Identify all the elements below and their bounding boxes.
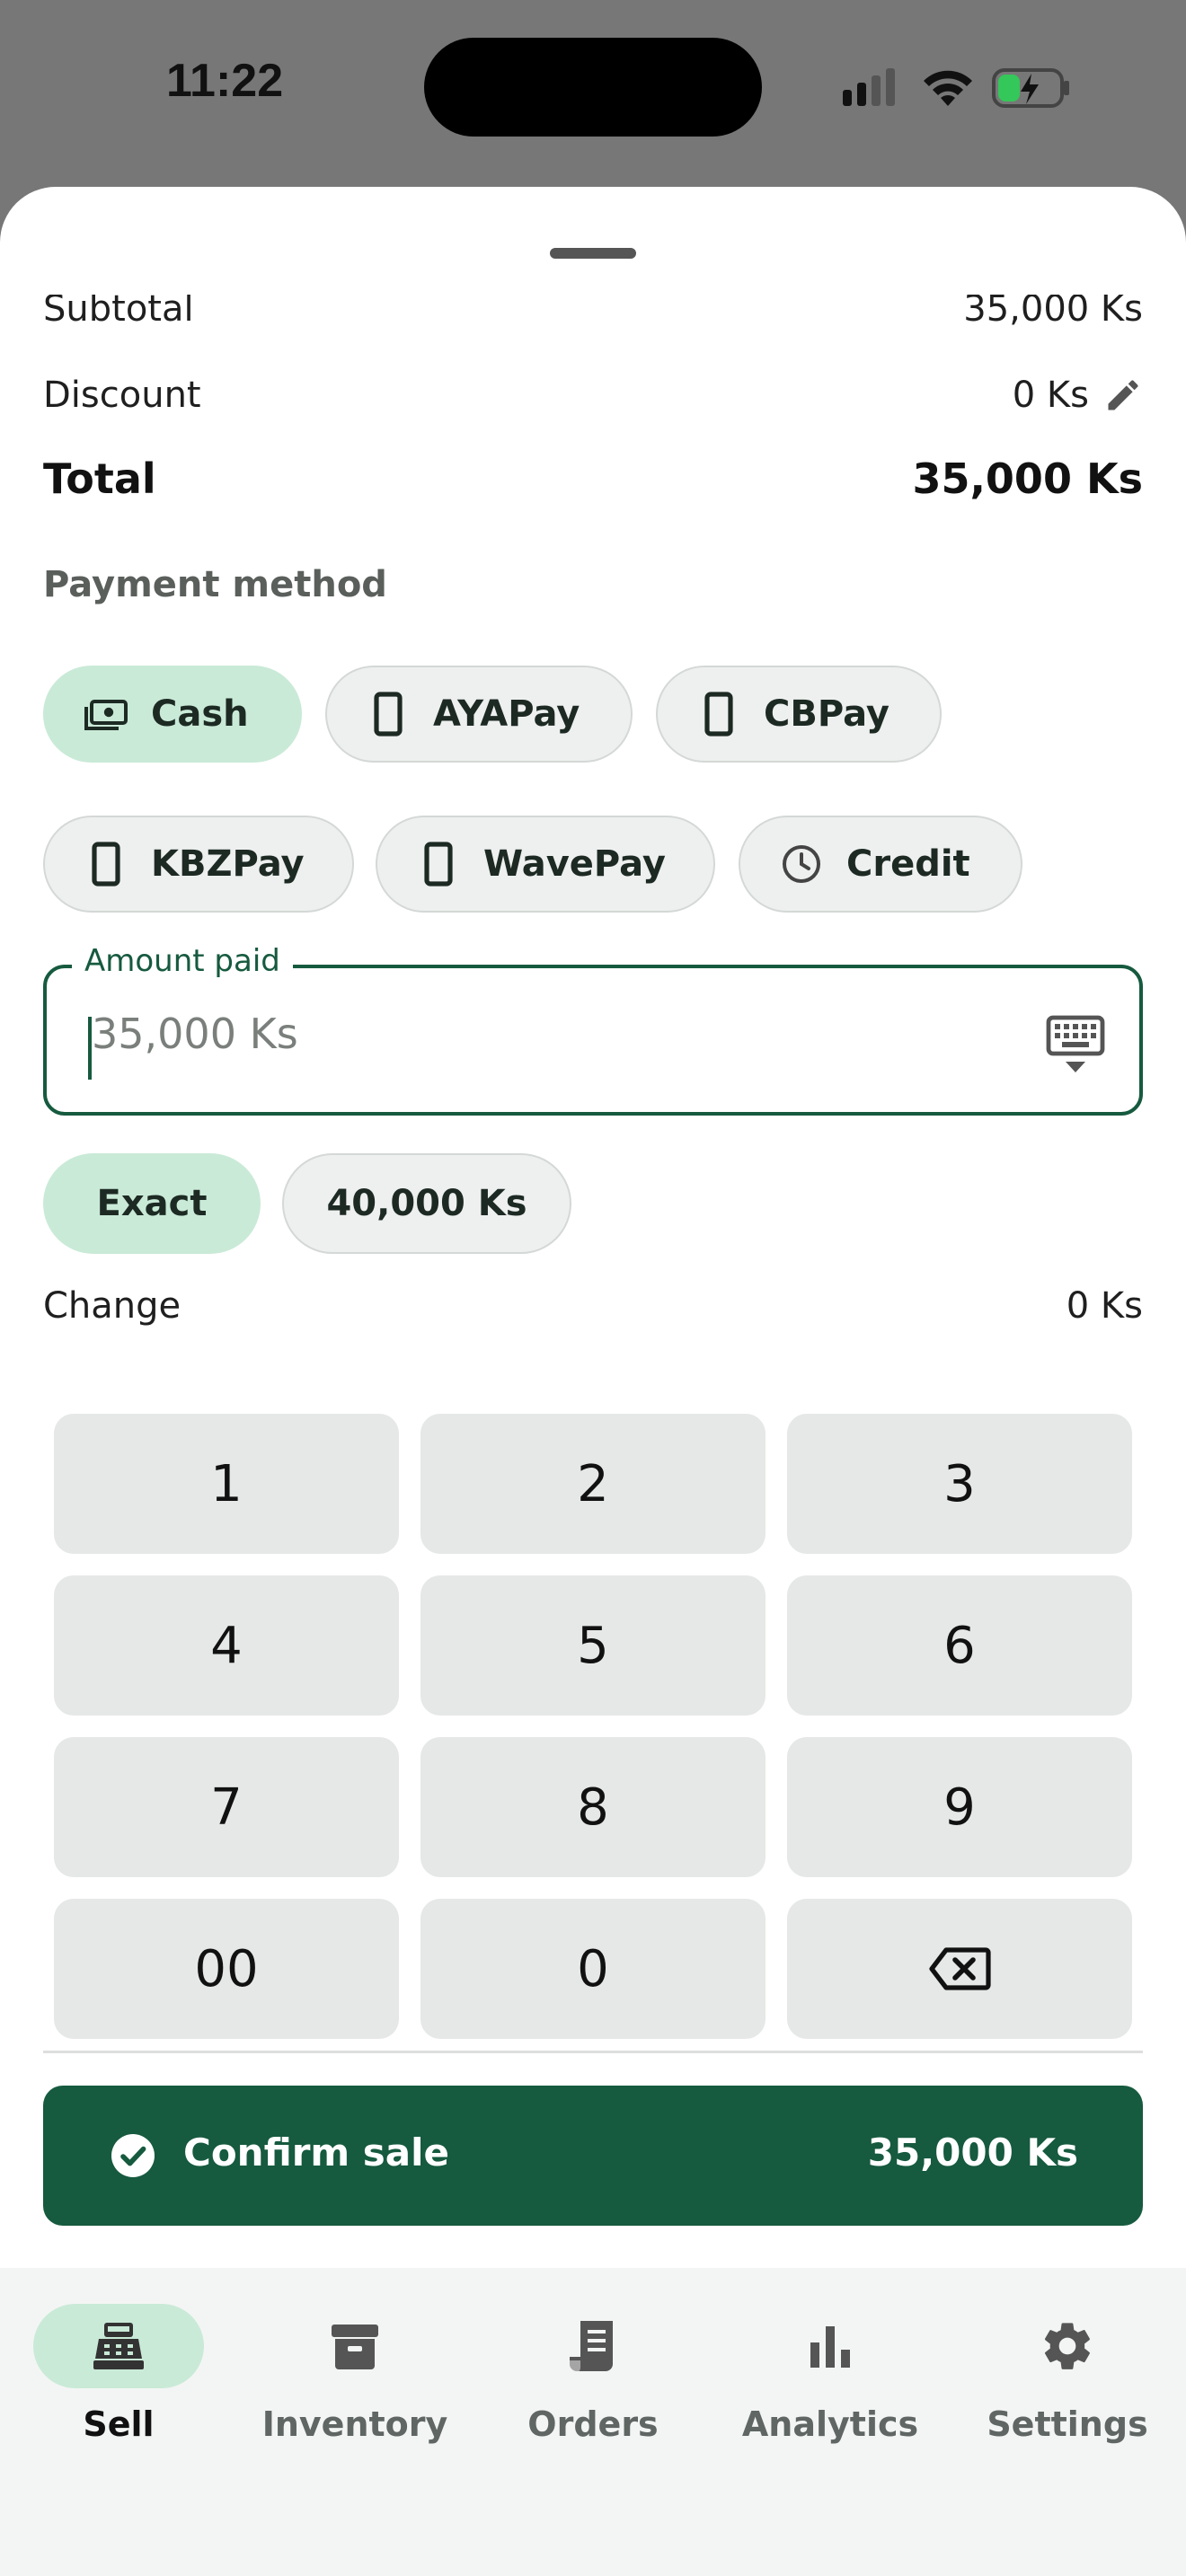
key-0[interactable]: 0 xyxy=(420,1899,766,2039)
subtotal-row: Subtotal 35,000 Ks xyxy=(43,295,1143,348)
nav-settings-pill xyxy=(982,2304,1153,2388)
clock-icon xyxy=(776,839,827,889)
dynamic-island xyxy=(424,38,762,137)
cellular-signal-icon xyxy=(843,68,895,106)
register-icon xyxy=(93,2323,144,2369)
wifi-icon xyxy=(924,70,972,106)
discount-value: 0 Ks xyxy=(1012,375,1089,416)
phone-icon xyxy=(363,689,413,739)
phone-icon xyxy=(694,689,744,739)
discount-label: Discount xyxy=(43,375,201,416)
nav-analytics[interactable]: Analytics xyxy=(722,2304,938,2444)
payment-chip-credit[interactable]: Credit xyxy=(739,816,1022,913)
nav-settings[interactable]: Settings xyxy=(960,2304,1175,2444)
nav-sell[interactable]: Sell xyxy=(11,2304,226,2444)
receipt-icon xyxy=(570,2321,613,2373)
change-row: Change 0 Ks xyxy=(43,1279,1143,1333)
subtotal-label: Subtotal xyxy=(43,295,194,330)
change-value: 0 Ks xyxy=(1066,1285,1143,1327)
nav-orders-label: Orders xyxy=(527,2404,659,2444)
key-backspace[interactable] xyxy=(787,1899,1132,2039)
key-6[interactable]: 6 xyxy=(787,1575,1132,1716)
status-bar: 11:22 xyxy=(0,0,1186,189)
nav-inventory-pill xyxy=(270,2304,440,2388)
key-7[interactable]: 7 xyxy=(54,1737,399,1877)
bar-chart-icon xyxy=(810,2326,850,2368)
quick-amount-exact[interactable]: Exact xyxy=(43,1153,261,1254)
divider xyxy=(43,2051,1143,2053)
total-label: Total xyxy=(43,454,156,503)
nav-analytics-pill xyxy=(745,2304,916,2388)
nav-settings-label: Settings xyxy=(987,2404,1148,2444)
nav-orders-pill xyxy=(508,2304,678,2388)
battery-icon xyxy=(992,68,1069,108)
confirm-sale-label: Confirm sale xyxy=(183,2130,450,2175)
payment-chip-ayapay[interactable]: AYAPay xyxy=(325,666,633,763)
nav-inventory[interactable]: Inventory xyxy=(247,2304,463,2444)
amount-paid-placeholder: 35,000 Ks xyxy=(92,1010,298,1058)
key-1[interactable]: 1 xyxy=(54,1414,399,1554)
gear-icon xyxy=(1044,2323,1090,2369)
key-3[interactable]: 3 xyxy=(787,1414,1132,1554)
key-00[interactable]: 00 xyxy=(54,1899,399,2039)
nav-sell-label: Sell xyxy=(83,2404,155,2444)
payment-chip-label: KBZPay xyxy=(151,843,305,885)
payment-chip-kbzpay[interactable]: KBZPay xyxy=(43,816,354,913)
total-value: 35,000 Ks xyxy=(912,454,1143,503)
nav-analytics-label: Analytics xyxy=(741,2404,919,2444)
amount-paid-field[interactable]: 35,000 Ks xyxy=(43,965,1143,1116)
discount-row: Discount 0 Ks xyxy=(43,368,1143,422)
key-2[interactable]: 2 xyxy=(420,1414,766,1554)
check-circle-icon xyxy=(111,2134,155,2177)
subtotal-value: 35,000 Ks xyxy=(963,295,1143,330)
key-8[interactable]: 8 xyxy=(420,1737,766,1877)
archive-icon xyxy=(332,2325,378,2369)
status-time: 11:22 xyxy=(166,55,284,107)
confirm-sale-button[interactable]: Confirm sale 35,000 Ks xyxy=(43,2086,1143,2226)
checkout-sheet: Subtotal 35,000 Ks Discount 0 Ks Total 3… xyxy=(0,187,1186,2576)
edit-discount-icon[interactable] xyxy=(1103,375,1143,415)
confirm-sale-amount: 35,000 Ks xyxy=(867,2130,1078,2175)
payment-chip-cbpay[interactable]: CBPay xyxy=(656,666,942,763)
bottom-navigation: Sell Inventory Orders Analytics Settings xyxy=(0,2268,1186,2576)
payment-chip-label: AYAPay xyxy=(433,693,580,735)
key-9[interactable]: 9 xyxy=(787,1737,1132,1877)
payment-method-title: Payment method xyxy=(43,564,387,605)
quick-amount-40000[interactable]: 40,000 Ks xyxy=(282,1153,571,1254)
amount-paid-label: Amount paid xyxy=(72,943,293,979)
cash-icon xyxy=(81,689,131,739)
status-icons xyxy=(843,68,1069,108)
payment-chip-label: Cash xyxy=(151,693,249,735)
payment-chip-label: WavePay xyxy=(483,843,666,885)
key-4[interactable]: 4 xyxy=(54,1575,399,1716)
keyboard-icon[interactable] xyxy=(1046,1015,1105,1078)
sheet-drag-handle[interactable] xyxy=(550,248,636,259)
nav-sell-pill xyxy=(33,2304,204,2388)
nav-orders[interactable]: Orders xyxy=(485,2304,701,2444)
backspace-icon xyxy=(929,1947,991,1990)
payment-chip-label: CBPay xyxy=(764,693,890,735)
phone-icon xyxy=(81,839,131,889)
payment-chip-wavepay[interactable]: WavePay xyxy=(376,816,715,913)
phone-icon xyxy=(413,839,464,889)
payment-chip-label: Credit xyxy=(846,843,970,885)
payment-chip-cash[interactable]: Cash xyxy=(43,666,302,763)
nav-inventory-label: Inventory xyxy=(261,2404,448,2444)
key-5[interactable]: 5 xyxy=(420,1575,766,1716)
total-row: Total 35,000 Ks xyxy=(43,447,1143,510)
change-label: Change xyxy=(43,1285,181,1327)
